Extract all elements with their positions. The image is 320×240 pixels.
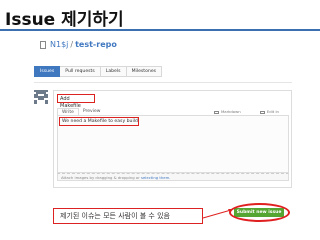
select-files-link[interactable]: selecting them. bbox=[141, 175, 171, 180]
repo-name-link[interactable]: test-repo bbox=[75, 40, 117, 49]
nav-divider bbox=[34, 82, 292, 83]
issues-nav-tabs: Issues Pull requests Labels Milestones bbox=[34, 66, 163, 77]
issue-body-text: We need a Makefile to easy build bbox=[59, 117, 139, 126]
avatar bbox=[34, 90, 48, 104]
repo-owner-link[interactable]: N1$j bbox=[50, 40, 68, 49]
tab-labels[interactable]: Labels bbox=[100, 66, 127, 77]
tab-milestones[interactable]: Milestones bbox=[126, 66, 163, 77]
issue-title-input[interactable]: Add Makefile bbox=[57, 94, 95, 109]
title-divider bbox=[0, 29, 320, 31]
repo-header: N1$j / test-repo bbox=[40, 40, 117, 49]
attach-text: Attach images by dragging & dropping or bbox=[61, 175, 141, 180]
tab-pull-requests[interactable]: Pull requests bbox=[60, 66, 101, 77]
slide-title: Issue 제기하기 bbox=[5, 10, 124, 30]
submit-highlight-ring bbox=[229, 203, 290, 222]
callout-note: 제기된 이슈는 모든 사람이 볼 수 있음 bbox=[53, 208, 203, 224]
tab-issues[interactable]: Issues bbox=[34, 66, 61, 77]
repo-separator: / bbox=[70, 40, 74, 49]
repo-book-icon bbox=[40, 40, 46, 49]
new-issue-form: Add Makefile Write Preview Markdown supp… bbox=[53, 90, 292, 188]
issue-body-textarea[interactable]: We need a Makefile to easy build bbox=[57, 115, 289, 173]
attach-images-bar[interactable]: Attach images by dragging & dropping or … bbox=[57, 173, 289, 181]
